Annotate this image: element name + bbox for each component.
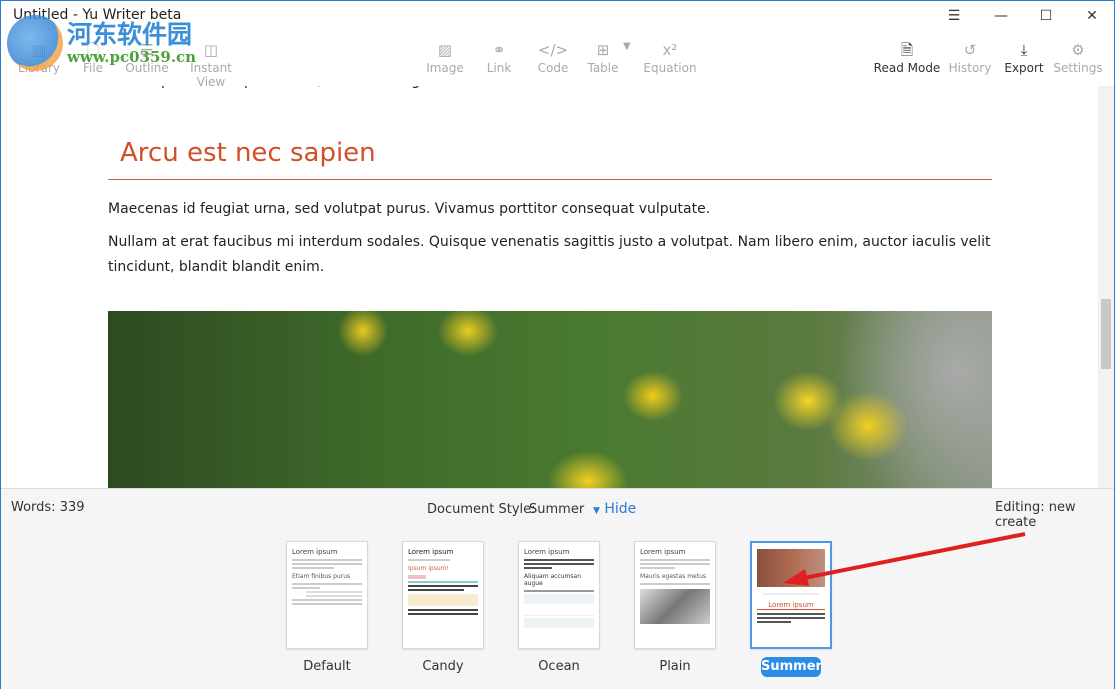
equation-button[interactable]: x² Equation bbox=[635, 39, 705, 75]
caret-down-icon: ▼ bbox=[593, 506, 600, 516]
settings-button[interactable]: ⚙ Settings bbox=[1043, 39, 1113, 75]
red-arrow-annotation bbox=[783, 532, 1026, 586]
watermark-text: 河东软件园 bbox=[67, 20, 193, 49]
card-heading: Lorem ipsum bbox=[292, 548, 338, 556]
image-label: Image bbox=[426, 61, 464, 75]
paragraph: Nullam at erat faucibus mi interdum soda… bbox=[108, 234, 991, 275]
read-mode-button[interactable]: 🗎 Read Mode bbox=[872, 39, 942, 75]
heading-underline bbox=[108, 179, 992, 180]
style-card-ocean[interactable]: Lorem ipsum Aliquam accumsan augue bbox=[518, 541, 600, 649]
style-name: Plain bbox=[659, 659, 691, 674]
scrollbar[interactable] bbox=[1098, 86, 1114, 488]
card-heading: Lorem ipsum bbox=[757, 601, 825, 610]
style-name: Ocean bbox=[538, 659, 580, 674]
gear-icon: ⚙ bbox=[1071, 41, 1085, 59]
history-label: History bbox=[948, 61, 992, 75]
style-panel: Words: 339 Document Style: Summer ▼ Hide… bbox=[1, 488, 1114, 689]
maximize-button[interactable]: ☐ bbox=[1031, 5, 1061, 27]
style-name: Default bbox=[303, 659, 351, 674]
style-name-selected[interactable]: Summer bbox=[761, 657, 822, 677]
style-label: Document Style: bbox=[427, 502, 536, 517]
card-subheading: Aliquam accumsan augue bbox=[524, 573, 582, 587]
card-heading: Lorem ipsum bbox=[408, 548, 454, 556]
menu-icon[interactable]: ☰ bbox=[939, 5, 969, 27]
editing-status: Editing: new create bbox=[995, 500, 1076, 530]
word-count: Words: 339 bbox=[11, 500, 85, 515]
car-image bbox=[640, 589, 710, 624]
close-button[interactable]: ✕ bbox=[1077, 5, 1107, 27]
editor[interactable]: nisi. Ut pulvinar aliquam nulla, id curs… bbox=[1, 86, 1098, 488]
card-subheading: Etiam finibus purus bbox=[292, 573, 351, 580]
card-subheading: Mauris egestas metus bbox=[640, 573, 707, 580]
export-label: Export bbox=[1004, 61, 1044, 75]
equation-icon: x² bbox=[662, 41, 678, 59]
settings-label: Settings bbox=[1053, 61, 1103, 75]
arrow-head bbox=[783, 569, 809, 586]
watermark-url: www.pc0359.cn bbox=[67, 48, 197, 66]
style-card-candy[interactable]: Lorem ipsum Ipsum ipsum! bbox=[402, 541, 484, 649]
card-heading: Lorem ipsum bbox=[640, 548, 686, 556]
hide-button[interactable]: ▼ Hide bbox=[593, 501, 636, 517]
scrollbar-thumb[interactable] bbox=[1101, 299, 1111, 369]
arrow-shaft bbox=[798, 532, 1026, 581]
link-label: Link bbox=[486, 61, 512, 75]
document-icon: 🗎 bbox=[900, 41, 914, 59]
paragraph-cut: nisi. Ut pulvinar aliquam nulla, id curs… bbox=[108, 86, 992, 94]
watermark-emblem-icon bbox=[7, 15, 63, 71]
flower-image bbox=[108, 311, 992, 488]
style-value: Summer bbox=[529, 502, 585, 517]
heading: Arcu est nec sapien bbox=[120, 138, 376, 168]
table-dropdown-icon[interactable]: ▼ bbox=[623, 41, 631, 52]
card-heading: Lorem ipsum bbox=[524, 548, 570, 556]
code-label: Code bbox=[537, 61, 569, 75]
hide-label: Hide bbox=[604, 501, 637, 517]
style-name: Candy bbox=[422, 659, 464, 674]
read-mode-label: Read Mode bbox=[873, 61, 941, 75]
style-card-plain[interactable]: Lorem ipsum Mauris egestas metus bbox=[634, 541, 716, 649]
table-label: Table bbox=[587, 61, 619, 75]
card-subheading: Ipsum ipsum! bbox=[408, 565, 449, 572]
style-card-default[interactable]: Lorem ipsum Etiam finibus purus bbox=[286, 541, 368, 649]
equation-label: Equation bbox=[643, 61, 697, 75]
minimize-button[interactable]: — bbox=[986, 5, 1016, 27]
paragraph: Maecenas id feugiat urna, sed volutpat p… bbox=[108, 201, 711, 217]
